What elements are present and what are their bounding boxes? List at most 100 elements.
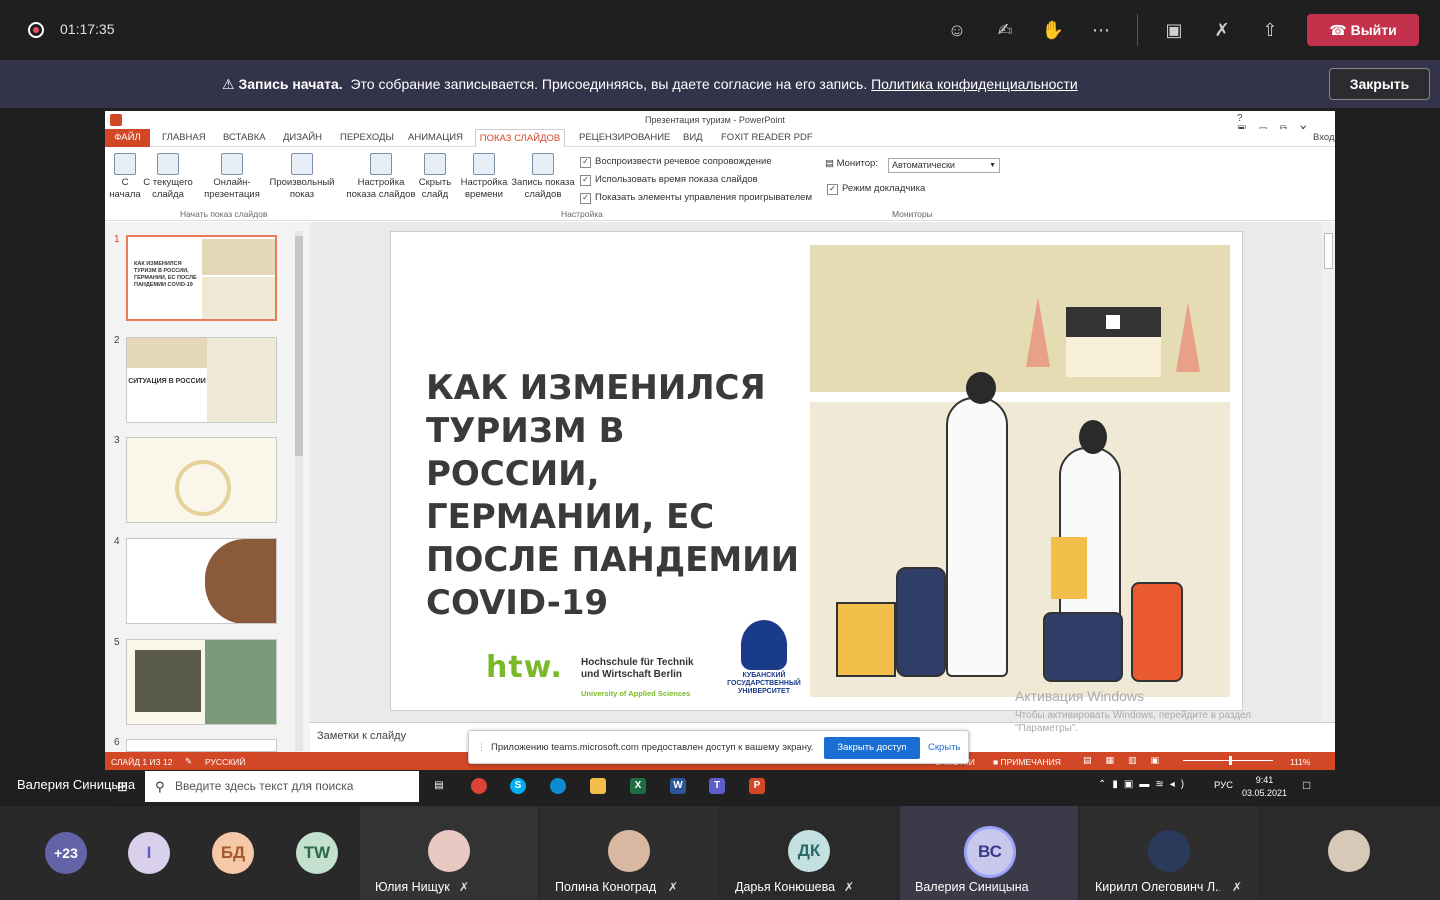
man-illustration bbox=[946, 397, 1008, 677]
avatar[interactable]: TW bbox=[296, 832, 338, 874]
screen-share-notice: ⋮ Приложению teams.microsoft.com предост… bbox=[468, 730, 969, 764]
zoom-level[interactable]: 111% bbox=[1290, 757, 1310, 767]
timings-checkbox[interactable]: Использовать время показа слайдов bbox=[580, 174, 758, 186]
setup-show-button[interactable]: Настройка показа слайдов bbox=[345, 153, 417, 201]
media-controls-checkbox[interactable]: Показать элементы управления проигрывате… bbox=[580, 192, 812, 204]
input-language[interactable]: РУС bbox=[1214, 780, 1233, 791]
search-icon: ⚲ bbox=[155, 779, 165, 794]
current-slide[interactable]: КАК ИЗМЕНИЛСЯ ТУРИЗМ В РОССИИ, ГЕРМАНИИ,… bbox=[390, 231, 1243, 711]
mic-off-icon[interactable]: ✗ bbox=[1209, 17, 1235, 43]
slide-thumbnail-6[interactable] bbox=[126, 739, 277, 752]
mic-off-icon: ✗ bbox=[668, 880, 679, 894]
setup-icon bbox=[370, 153, 392, 175]
kubgu-logo-text: КУБАНСКИЙ ГОСУДАРСТВЕННЫЙ УНИВЕРСИТЕТ bbox=[727, 672, 801, 695]
tab-transitions[interactable]: ПЕРЕХОДЫ bbox=[340, 132, 394, 143]
more-icon[interactable]: ⋯ bbox=[1088, 17, 1114, 43]
tab-file[interactable]: ФАЙЛ bbox=[105, 129, 150, 147]
presenter-view-checkbox[interactable]: Режим докладчика bbox=[827, 183, 925, 195]
taskbar-search[interactable]: Введите здесь текст для поиска bbox=[145, 771, 419, 802]
zoom-slider-handle[interactable] bbox=[1229, 756, 1232, 765]
from-start-button[interactable]: С начала bbox=[107, 153, 143, 201]
group-setup-label: Настройка bbox=[561, 209, 603, 219]
tab-home[interactable]: ГЛАВНАЯ bbox=[162, 132, 206, 143]
suitcase-illustration bbox=[1043, 612, 1123, 682]
zoom-slider[interactable] bbox=[1183, 760, 1273, 761]
avatar[interactable]: БД bbox=[212, 832, 254, 874]
leave-button[interactable]: ☎ Выйти bbox=[1307, 14, 1419, 46]
avatar[interactable]: I bbox=[128, 832, 170, 874]
from-current-button[interactable]: С текущего слайда bbox=[143, 153, 193, 201]
edge-icon[interactable] bbox=[550, 778, 566, 794]
slide-number: 1 bbox=[114, 234, 120, 245]
tab-review[interactable]: РЕЦЕНЗИРОВАНИЕ bbox=[579, 132, 670, 143]
chat-icon[interactable]: ✍ bbox=[992, 17, 1018, 43]
notifications-icon[interactable]: □ bbox=[1303, 778, 1310, 792]
slide-thumbnail-2[interactable]: СИТУАЦИЯ В РОССИИ bbox=[126, 337, 277, 423]
skype-icon[interactable]: S bbox=[510, 778, 526, 794]
woman-head bbox=[1079, 420, 1107, 454]
tab-slideshow[interactable]: ПОКАЗ СЛАЙДОВ bbox=[475, 129, 565, 148]
monitor-select[interactable]: Автоматически ▼ bbox=[888, 158, 1000, 173]
ribbon-tabs: ФАЙЛ ГЛАВНАЯ ВСТАВКА ДИЗАЙН ПЕРЕХОДЫ АНИ… bbox=[105, 129, 1335, 148]
editor-scrollbar[interactable] bbox=[1322, 222, 1335, 722]
recording-icon bbox=[28, 22, 44, 38]
close-banner-button[interactable]: Закрыть bbox=[1329, 68, 1430, 100]
chrome-icon[interactable] bbox=[471, 778, 487, 794]
mic-off-icon: ✗ bbox=[459, 880, 470, 894]
slide-number: 6 bbox=[114, 737, 120, 748]
slide-thumbnail-5[interactable] bbox=[126, 639, 277, 725]
overflow-participants-badge[interactable]: +23 bbox=[45, 832, 87, 874]
online-presentation-button[interactable]: Онлайн-презентация bbox=[197, 153, 267, 201]
task-view-icon[interactable]: ▤ bbox=[431, 778, 447, 794]
tab-foxit[interactable]: FOXIT READER PDF bbox=[721, 132, 813, 143]
avatar bbox=[1148, 830, 1190, 872]
comment-icon: ■ bbox=[993, 757, 1001, 767]
hide-notice-link[interactable]: Скрыть bbox=[928, 742, 960, 753]
activation-watermark-sub: Чтобы активировать Windows, перейдите в … bbox=[1015, 710, 1252, 734]
banner-message: Это собрание записывается. Присоединяясь… bbox=[350, 76, 868, 92]
spellcheck-icon[interactable]: ✎ bbox=[185, 756, 192, 767]
reactions-icon[interactable]: ✋ bbox=[1040, 17, 1066, 43]
signin-link[interactable]: Вход bbox=[1313, 132, 1335, 143]
participant-name: Юлия Нищук bbox=[375, 880, 450, 894]
excel-icon[interactable]: X bbox=[630, 778, 646, 794]
kubgu-tree-logo bbox=[741, 620, 787, 670]
scrollbar-thumb[interactable] bbox=[295, 236, 303, 456]
privacy-link[interactable]: Политика конфиденциальности bbox=[871, 76, 1078, 92]
slide-thumbnail-3[interactable] bbox=[126, 437, 277, 523]
taskbar-clock[interactable]: 9:41 03.05.2021 bbox=[1242, 774, 1287, 800]
online-present-icon bbox=[221, 153, 243, 175]
slide-thumbnail-1[interactable]: КАК ИЗМЕНИЛСЯ ТУРИЗМ В РОССИИ, ГЕРМАНИИ,… bbox=[126, 235, 277, 321]
file-explorer-icon[interactable] bbox=[590, 778, 606, 794]
tab-view[interactable]: ВИД bbox=[683, 132, 703, 143]
drag-handle-icon[interactable]: ⋮ bbox=[477, 742, 486, 753]
thumb-diagram bbox=[175, 460, 231, 516]
slide-thumbnail-4[interactable] bbox=[126, 538, 277, 624]
view-buttons[interactable]: ▤▦▥▣ bbox=[1083, 755, 1173, 766]
tab-design[interactable]: ДИЗАЙН bbox=[283, 132, 322, 143]
custom-show-button[interactable]: Произвольный показ bbox=[265, 153, 339, 201]
activation-watermark: Активация Windows bbox=[1015, 688, 1145, 704]
rehearse-button[interactable]: Настройка времени bbox=[457, 153, 511, 201]
word-icon[interactable]: W bbox=[670, 778, 686, 794]
camera-off-icon[interactable]: ▣ bbox=[1161, 17, 1187, 43]
tab-insert[interactable]: ВСТАВКА bbox=[223, 132, 266, 143]
powerpoint-taskbar-icon[interactable]: P bbox=[749, 778, 765, 794]
scrollbar-thumb[interactable] bbox=[1324, 233, 1333, 269]
hide-slide-button[interactable]: Скрыть слайд bbox=[417, 153, 453, 201]
participants-icon[interactable]: ☺ bbox=[944, 17, 970, 43]
ribbon: С начала С текущего слайда Онлайн-презен… bbox=[105, 147, 1335, 221]
tab-animations[interactable]: АНИМАЦИЯ bbox=[408, 132, 463, 143]
chevron-down-icon: ▼ bbox=[989, 162, 996, 169]
slide-number: 4 bbox=[114, 536, 120, 547]
language-indicator[interactable]: РУССКИЙ bbox=[205, 757, 245, 767]
record-show-button[interactable]: Запись показа слайдов bbox=[509, 153, 577, 201]
stop-sharing-button[interactable]: Закрыть доступ bbox=[824, 737, 920, 759]
slide-number: 3 bbox=[114, 435, 120, 446]
system-tray-icons[interactable]: ⌃▮▣▬≋◂) bbox=[1098, 779, 1190, 790]
share-icon[interactable]: ⇧ bbox=[1257, 17, 1283, 43]
notes-label: Заметки к слайду bbox=[317, 730, 407, 742]
narration-checkbox[interactable]: Воспроизвести речевое сопровождение bbox=[580, 156, 772, 168]
comments-toggle[interactable]: ■ ПРИМЕЧАНИЯ bbox=[993, 757, 1061, 767]
teams-icon[interactable]: T bbox=[709, 778, 725, 794]
